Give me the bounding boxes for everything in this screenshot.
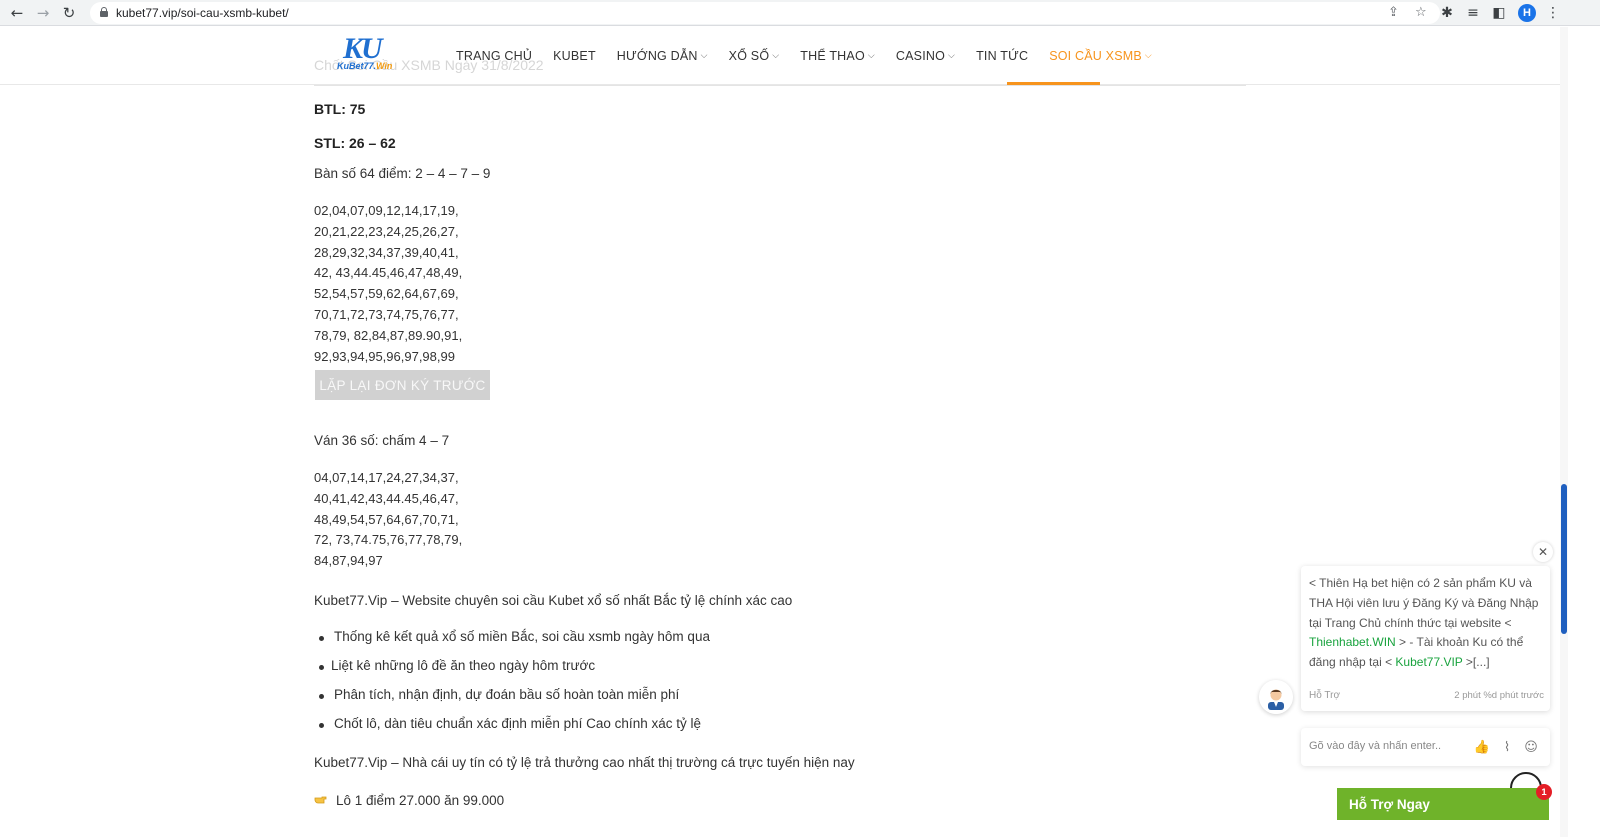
lock-icon[interactable] xyxy=(100,7,108,17)
sidepanel-icon[interactable]: ◧ xyxy=(1489,3,1509,23)
menu-item-trang-chu[interactable]: TRANG CHỦ xyxy=(456,48,532,64)
support-agent-avatar xyxy=(1259,680,1293,714)
chevron-down-icon: ⌵ xyxy=(1144,51,1152,61)
number-line: 70,71,72,73,74,75,76,77, xyxy=(314,306,459,322)
menu-icon[interactable]: ⋮ xyxy=(1543,3,1563,23)
number-line: 92,93,94,95,96,97,98,99 xyxy=(314,348,455,364)
number-line: 48,49,54,57,64,67,70,71, xyxy=(314,511,459,527)
chat-link[interactable]: Kubet77.VIP xyxy=(1395,655,1462,669)
menu-item-huong-dan[interactable]: HƯỚNG DẪN ⌵ xyxy=(617,48,708,64)
ban64-number-list: 02,04,07,09,12,14,17,19, 20,21,22,23,24,… xyxy=(314,201,462,367)
profile-avatar[interactable]: H xyxy=(1518,4,1536,22)
chat-timestamp: 2 phút %d phút trước xyxy=(1454,690,1544,701)
browser-toolbar: ← → ↻ kubet77.vip/soi-cau-xsmb-kubet/ ⇪ … xyxy=(0,0,1600,26)
number-line: 52,54,57,59,62,64,67,69, xyxy=(314,286,459,302)
chat-message-text: < Thiên Hạ bet hiện có 2 sản phẩm KU và … xyxy=(1309,576,1539,670)
number-line: 42, 43,44.45,46,47,48,49, xyxy=(314,265,463,281)
site-header: Chốt Soi Cầu XSMB Ngày 31/8/2022 KU KuBe… xyxy=(0,27,1560,86)
chat-input-box[interactable]: Gõ vào đây và nhấn enter.. 👍 ⌇ ☺ xyxy=(1301,728,1550,766)
van36-title: Ván 36 số: chấm 4 – 7 xyxy=(314,433,450,448)
chevron-down-icon: ⌵ xyxy=(867,51,875,61)
number-line: 84,87,94,97 xyxy=(314,553,383,569)
back-icon[interactable]: ← xyxy=(7,3,27,23)
number-line: 04,07,14,17,24,27,34,37, xyxy=(314,470,459,485)
forward-icon[interactable]: → xyxy=(33,3,53,23)
number-line: 78,79, 82,84,87,89.90,91, xyxy=(314,327,463,343)
number-line: 72, 73,74.75,76,77,78,79, xyxy=(314,532,463,548)
ban64-title: Bàn số 64 điểm: 2 – 4 – 7 – 9 xyxy=(314,166,491,181)
address-bar[interactable]: kubet77.vip/soi-cau-xsmb-kubet/ ⇪ ☆ xyxy=(90,2,1440,24)
close-icon[interactable]: ✕ xyxy=(1533,542,1553,562)
btl-text: BTL: 75 xyxy=(314,101,366,117)
page-scrollbar[interactable] xyxy=(1560,27,1568,837)
extensions-icon[interactable]: ✱ xyxy=(1437,3,1457,23)
share-icon[interactable]: ⇪ xyxy=(1388,5,1399,20)
window-edge xyxy=(1568,27,1600,837)
chevron-down-icon: ⌵ xyxy=(772,51,780,61)
chat-link[interactable]: Thienhabet.WIN xyxy=(1309,635,1396,649)
chat-input-placeholder[interactable]: Gõ vào đây và nhấn enter.. xyxy=(1309,740,1441,752)
url-text[interactable]: kubet77.vip/soi-cau-xsmb-kubet/ xyxy=(116,6,289,20)
menu-item-xo-so[interactable]: XỔ SỐ ⌵ xyxy=(729,48,780,64)
pointing-hand-icon xyxy=(314,796,327,804)
media-icon[interactable]: ≡ xyxy=(1463,3,1483,23)
support-now-button[interactable]: Hỗ Trợ Ngay xyxy=(1337,788,1549,820)
van36-number-list: 04,07,14,17,24,27,34,37, 40,41,42,43,44.… xyxy=(314,468,462,572)
thumbs-up-icon[interactable]: 👍 xyxy=(1473,738,1491,756)
menu-item-kubet[interactable]: KUBET xyxy=(553,48,596,64)
chat-author: Hỗ Trợ xyxy=(1309,690,1341,701)
intro-paragraph: Kubet77.Vip – Website chuyên soi cầu Kub… xyxy=(314,593,793,608)
menu-item-tin-tuc[interactable]: TIN TỨC xyxy=(976,48,1028,64)
star-icon[interactable]: ☆ xyxy=(1415,5,1427,20)
chat-message-card[interactable]: < Thiên Hạ bet hiện có 2 sản phẩm KU và … xyxy=(1301,566,1550,711)
chevron-down-icon: ⌵ xyxy=(700,51,708,61)
site-logo[interactable]: KU KuBet77.Win xyxy=(337,32,397,75)
divider xyxy=(314,85,1246,86)
notification-badge: 1 xyxy=(1536,784,1552,800)
lo-price-text: Lô 1 điểm 27.000 ăn 99.000 xyxy=(336,793,505,808)
number-line: 40,41,42,43,44.45,46,47, xyxy=(314,490,459,506)
menu-item-the-thao[interactable]: THỂ THAO ⌵ xyxy=(800,48,875,64)
reload-icon[interactable]: ↻ xyxy=(59,3,79,23)
menu-item-casino[interactable]: CASINO ⌵ xyxy=(896,48,955,64)
scrollbar-thumb[interactable] xyxy=(1561,484,1567,634)
main-menu: TRANG CHỦ KUBET HƯỚNG DẪN ⌵ XỔ SỐ ⌵ THỂ TH… xyxy=(456,48,1173,64)
repeat-previous-order-button[interactable]: LẶP LẠI ĐƠN KÝ TRƯỚC xyxy=(315,370,490,400)
menu-item-soi-cau-xsmb[interactable]: SOI CẦU XSMB ⌵ xyxy=(1049,48,1152,64)
outro-paragraph: Kubet77.Vip – Nhà cái uy tín có tỷ lệ tr… xyxy=(314,755,855,770)
logo-text: KuBet77.Win xyxy=(337,61,393,71)
stl-text: STL: 26 – 62 xyxy=(314,135,396,151)
number-line: 28,29,32,34,37,39,40,41, xyxy=(314,244,459,260)
number-line: 02,04,07,09,12,14,17,19, xyxy=(314,203,459,218)
emoji-icon[interactable]: ☺ xyxy=(1522,738,1540,756)
number-line: 20,21,22,23,24,25,26,27, xyxy=(314,223,459,239)
chevron-down-icon: ⌵ xyxy=(948,51,956,61)
attachment-icon[interactable]: ⌇ xyxy=(1498,738,1516,756)
